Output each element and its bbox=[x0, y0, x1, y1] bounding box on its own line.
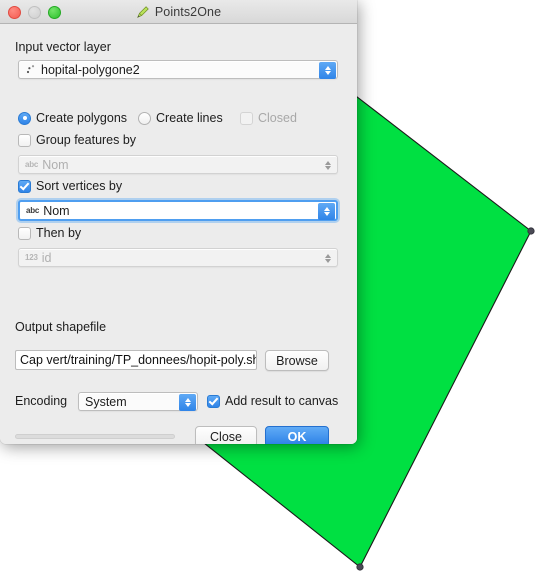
close-window-button[interactable] bbox=[8, 6, 21, 19]
dialog-titlebar[interactable]: Points2One bbox=[0, 0, 357, 24]
encoding-value: System bbox=[85, 394, 127, 409]
add-result-to-canvas-checkbox[interactable]: Add result to canvas bbox=[207, 394, 338, 408]
group-features-field-combo: abc Nom bbox=[18, 155, 338, 174]
ok-button[interactable]: OK bbox=[265, 426, 329, 444]
group-features-by-checkbox[interactable]: Group features by bbox=[18, 133, 136, 147]
chevron-updown-icon[interactable] bbox=[319, 62, 336, 79]
sort-vertices-by-label: Sort vertices by bbox=[36, 179, 123, 193]
create-lines-label: Create lines bbox=[156, 111, 223, 125]
progress-bar bbox=[15, 434, 175, 439]
sort-vertices-field-combo[interactable]: abc Nom bbox=[18, 200, 338, 221]
points2one-dialog: Points2One Input vector layer hopital-po… bbox=[0, 0, 357, 444]
title-group: Points2One bbox=[136, 5, 221, 19]
checkbox-indicator[interactable] bbox=[18, 179, 31, 193]
input-layer-value: hopital-polygone2 bbox=[41, 62, 140, 77]
closed-label: Closed bbox=[258, 111, 297, 125]
window-controls bbox=[8, 6, 61, 19]
then-by-field-value: id bbox=[41, 250, 52, 265]
then-by-label: Then by bbox=[36, 226, 82, 240]
radio-indicator[interactable] bbox=[138, 111, 151, 125]
closed-checkbox: Closed bbox=[240, 111, 297, 125]
radio-indicator[interactable] bbox=[18, 111, 31, 125]
input-layer-combo[interactable]: hopital-polygone2 bbox=[18, 60, 338, 79]
create-lines-radio[interactable]: Create lines bbox=[138, 111, 223, 125]
polygon-vertex[interactable] bbox=[356, 563, 364, 571]
checkbox-indicator bbox=[240, 111, 253, 125]
pencil-icon bbox=[136, 5, 149, 18]
checkbox-indicator[interactable] bbox=[18, 226, 31, 240]
sort-vertices-by-checkbox[interactable]: Sort vertices by bbox=[18, 179, 122, 193]
browse-button[interactable]: Browse bbox=[265, 350, 329, 371]
chevron-updown-icon bbox=[319, 157, 336, 174]
encoding-label: Encoding bbox=[15, 394, 68, 408]
field-type-tag: abc bbox=[26, 206, 40, 215]
field-type-tag: 123 bbox=[25, 253, 38, 262]
chevron-updown-icon[interactable] bbox=[318, 203, 335, 220]
group-features-by-label: Group features by bbox=[36, 133, 137, 147]
create-polygons-label: Create polygons bbox=[36, 111, 128, 125]
add-result-to-canvas-label: Add result to canvas bbox=[225, 394, 339, 408]
minimize-window-button[interactable] bbox=[28, 6, 41, 19]
then-by-field-combo: 123 id bbox=[18, 248, 338, 267]
input-vector-layer-label: Input vector layer bbox=[15, 40, 111, 54]
chevron-updown-icon bbox=[319, 250, 336, 267]
polygon-vertex[interactable] bbox=[527, 227, 535, 235]
screen: Points2One Input vector layer hopital-po… bbox=[0, 0, 559, 577]
group-features-field-value: Nom bbox=[42, 157, 69, 172]
field-type-tag: abc bbox=[25, 160, 39, 169]
zoom-window-button[interactable] bbox=[48, 6, 61, 19]
encoding-combo[interactable]: System bbox=[78, 392, 198, 411]
checkbox-indicator[interactable] bbox=[207, 394, 220, 408]
output-shapefile-label: Output shapefile bbox=[15, 320, 107, 334]
then-by-checkbox[interactable]: Then by bbox=[18, 226, 81, 240]
point-layer-icon bbox=[26, 65, 35, 74]
window-title: Points2One bbox=[154, 4, 222, 19]
close-button[interactable]: Close bbox=[195, 426, 257, 444]
chevron-updown-icon[interactable] bbox=[179, 394, 196, 411]
sort-vertices-field-value: Nom bbox=[43, 203, 70, 218]
checkbox-indicator[interactable] bbox=[18, 133, 31, 147]
output-path-value: Cap vert/training/TP_donnees/hopit-poly.… bbox=[20, 353, 257, 367]
create-polygons-radio[interactable]: Create polygons bbox=[18, 111, 127, 125]
dialog-body: Input vector layer hopital-polygone2 Cre… bbox=[0, 24, 357, 444]
output-path-input[interactable]: Cap vert/training/TP_donnees/hopit-poly.… bbox=[15, 350, 257, 370]
